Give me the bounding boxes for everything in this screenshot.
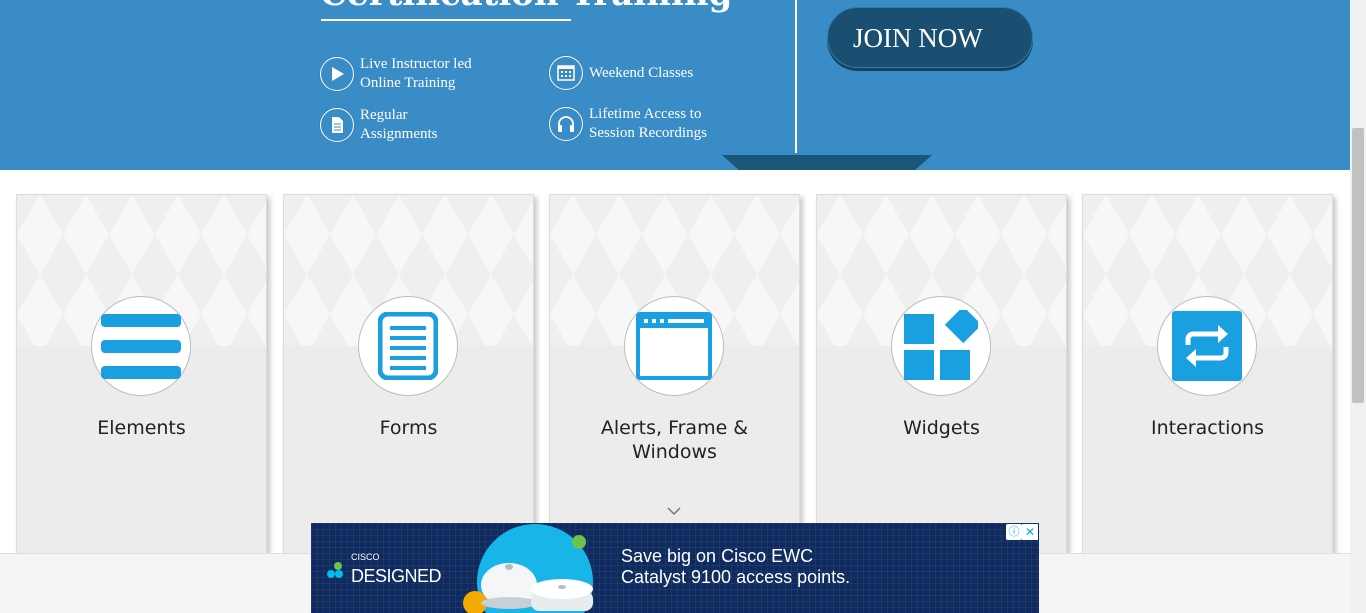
browser-window-icon: [636, 312, 712, 380]
ad-copy: Save big on Cisco EWC Catalyst 9100 acce…: [621, 546, 851, 587]
banner-title: Certification Training: [320, 0, 732, 14]
feature-label: Regular Assignments: [360, 107, 438, 142]
card-title: Interactions: [1151, 417, 1264, 439]
card-icon-circle: [91, 296, 191, 396]
page-scrollbar[interactable]: [1350, 0, 1366, 613]
interactions-arrows-icon: [1172, 311, 1242, 381]
hamburger-menu-icon: [101, 314, 181, 379]
banner-divider: [795, 0, 797, 153]
card-widgets[interactable]: Widgets: [816, 194, 1067, 564]
feature-live-training: Live Instructor led Online Training: [320, 55, 530, 93]
cisco-dots-icon: [325, 560, 347, 582]
title-underline: [321, 19, 571, 21]
cisco-ad-banner[interactable]: CISCO DESIGNED Save big on Cisco EWC Cat…: [311, 523, 1039, 613]
chevron-down-icon: [667, 507, 681, 516]
join-now-button[interactable]: JOIN NOW: [827, 7, 1033, 68]
feature-lifetime-access: Lifetime Access to Session Recordings: [549, 105, 759, 143]
banner-tab-decoration: [722, 155, 932, 170]
form-document-icon: [378, 312, 438, 380]
document-icon: [320, 108, 354, 142]
card-icon-circle: [624, 296, 724, 396]
card-title: Widgets: [903, 417, 980, 439]
card-icon-circle: [891, 296, 991, 396]
feature-weekend-classes: Weekend Classes: [549, 56, 759, 90]
card-icon-circle: [358, 296, 458, 396]
access-point-devices-icon: [463, 535, 593, 613]
widgets-icon: [904, 310, 978, 380]
card-forms[interactable]: Forms: [283, 194, 534, 564]
card-title: Alerts, Frame & Windows: [600, 417, 749, 463]
training-banner: Certification Training Live Instructor l…: [0, 0, 1350, 170]
ad-info-icon[interactable]: ⓘ: [1006, 524, 1022, 540]
headphones-icon: [549, 107, 583, 141]
scrollbar-thumb[interactable]: [1352, 128, 1364, 403]
cisco-designed-logo: CISCO DESIGNED: [325, 552, 442, 587]
card-title: Elements: [97, 417, 186, 439]
card-elements[interactable]: Elements: [16, 194, 267, 564]
card-alerts-frame-windows[interactable]: Alerts, Frame & Windows: [549, 194, 800, 564]
calendar-icon: [549, 56, 583, 90]
feature-assignments: Regular Assignments: [320, 106, 530, 144]
feature-label: Weekend Classes: [589, 64, 694, 81]
ad-close-icon[interactable]: ✕: [1022, 524, 1038, 540]
card-interactions[interactable]: Interactions: [1082, 194, 1333, 564]
card-icon-circle: [1157, 296, 1257, 396]
play-icon: [320, 57, 354, 91]
feature-label: Live Instructor led Online Training: [360, 56, 472, 91]
card-title: Forms: [379, 417, 438, 439]
feature-label: Lifetime Access to Session Recordings: [589, 106, 707, 141]
